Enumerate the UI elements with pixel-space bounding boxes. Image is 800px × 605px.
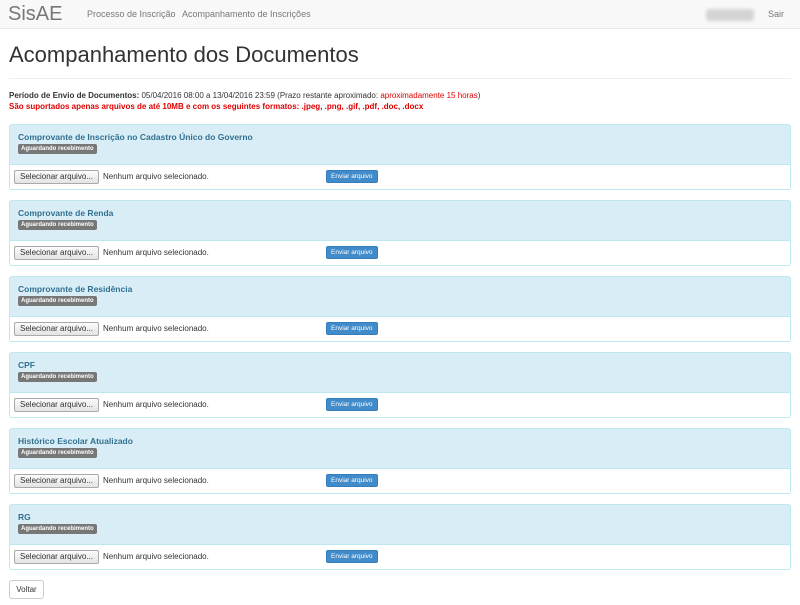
document-title: CPF xyxy=(18,360,35,370)
document-panel: Comprovante de Renda Aguardando recebime… xyxy=(9,200,791,266)
status-badge: Aguardando recebimento xyxy=(18,372,97,382)
status-badge: Aguardando recebimento xyxy=(18,144,97,154)
select-file-button[interactable]: Selecionar arquivo... xyxy=(14,550,99,564)
document-panel: CPF Aguardando recebimento Selecionar ar… xyxy=(9,352,791,418)
document-panel-heading: RG Aguardando recebimento xyxy=(10,505,790,545)
file-status-text: Nenhum arquivo selecionado. xyxy=(103,248,209,257)
document-title: Comprovante de Renda xyxy=(18,208,114,218)
status-badge: Aguardando recebimento xyxy=(18,220,97,230)
file-status-text: Nenhum arquivo selecionado. xyxy=(103,476,209,485)
brand-logo[interactable]: SisAE xyxy=(8,2,62,26)
status-badge: Aguardando recebimento xyxy=(18,296,97,306)
file-status-text: Nenhum arquivo selecionado. xyxy=(103,172,209,181)
document-panel: Comprovante de Inscrição no Cadastro Úni… xyxy=(9,124,791,190)
top-navbar: SisAE Processo de Inscrição Acompanhamen… xyxy=(0,0,800,29)
nav-link-acompanhamento-inscricoes[interactable]: Acompanhamento de Inscrições xyxy=(182,9,311,20)
select-file-button[interactable]: Selecionar arquivo... xyxy=(14,398,99,412)
file-status-text: Nenhum arquivo selecionado. xyxy=(103,400,209,409)
send-file-button[interactable]: Enviar arquivo xyxy=(326,550,378,563)
select-file-button[interactable]: Selecionar arquivo... xyxy=(14,474,99,488)
file-status-text: Nenhum arquivo selecionado. xyxy=(103,324,209,333)
logout-link[interactable]: Sair xyxy=(768,9,784,20)
submission-period: Período de Envio de Documentos: 05/04/20… xyxy=(9,91,480,101)
nav-link-processo-inscricao[interactable]: Processo de Inscrição xyxy=(87,9,176,20)
document-panel: Histórico Escolar Atualizado Aguardando … xyxy=(9,428,791,494)
period-label: Período de Envio de Documentos: xyxy=(9,91,140,100)
period-value: 05/04/2016 08:00 a 13/04/2016 23:59 (Pra… xyxy=(141,91,379,100)
document-panel-heading: Comprovante de Renda Aguardando recebime… xyxy=(10,201,790,241)
period-close: ) xyxy=(477,91,481,100)
back-button[interactable]: Voltar xyxy=(9,580,44,599)
status-badge: Aguardando recebimento xyxy=(18,448,97,458)
select-file-button[interactable]: Selecionar arquivo... xyxy=(14,170,99,184)
document-title: Comprovante de Residência xyxy=(18,284,133,294)
select-file-button[interactable]: Selecionar arquivo... xyxy=(14,246,99,260)
formats-note: São suportados apenas arquivos de até 10… xyxy=(9,102,424,111)
document-panel: Comprovante de Residência Aguardando rec… xyxy=(9,276,791,342)
send-file-button[interactable]: Enviar arquivo xyxy=(326,474,378,487)
status-badge: Aguardando recebimento xyxy=(18,524,97,534)
document-panel-heading: CPF Aguardando recebimento xyxy=(10,353,790,393)
user-name-blurred[interactable] xyxy=(706,9,754,21)
document-title: Histórico Escolar Atualizado xyxy=(18,436,133,446)
document-title: Comprovante de Inscrição no Cadastro Úni… xyxy=(18,132,253,142)
page-title: Acompanhamento dos Documentos xyxy=(9,42,359,67)
document-panel-heading: Histórico Escolar Atualizado Aguardando … xyxy=(10,429,790,469)
send-file-button[interactable]: Enviar arquivo xyxy=(326,170,378,183)
send-file-button[interactable]: Enviar arquivo xyxy=(326,322,378,335)
document-panel: RG Aguardando recebimento Selecionar arq… xyxy=(9,504,791,570)
send-file-button[interactable]: Enviar arquivo xyxy=(326,246,378,259)
document-title: RG xyxy=(18,512,31,522)
document-panel-heading: Comprovante de Residência Aguardando rec… xyxy=(10,277,790,317)
select-file-button[interactable]: Selecionar arquivo... xyxy=(14,322,99,336)
document-panel-heading: Comprovante de Inscrição no Cadastro Úni… xyxy=(10,125,790,165)
period-remaining: aproximadamente 15 horas xyxy=(380,91,478,100)
title-divider xyxy=(9,78,791,79)
file-status-text: Nenhum arquivo selecionado. xyxy=(103,552,209,561)
send-file-button[interactable]: Enviar arquivo xyxy=(326,398,378,411)
